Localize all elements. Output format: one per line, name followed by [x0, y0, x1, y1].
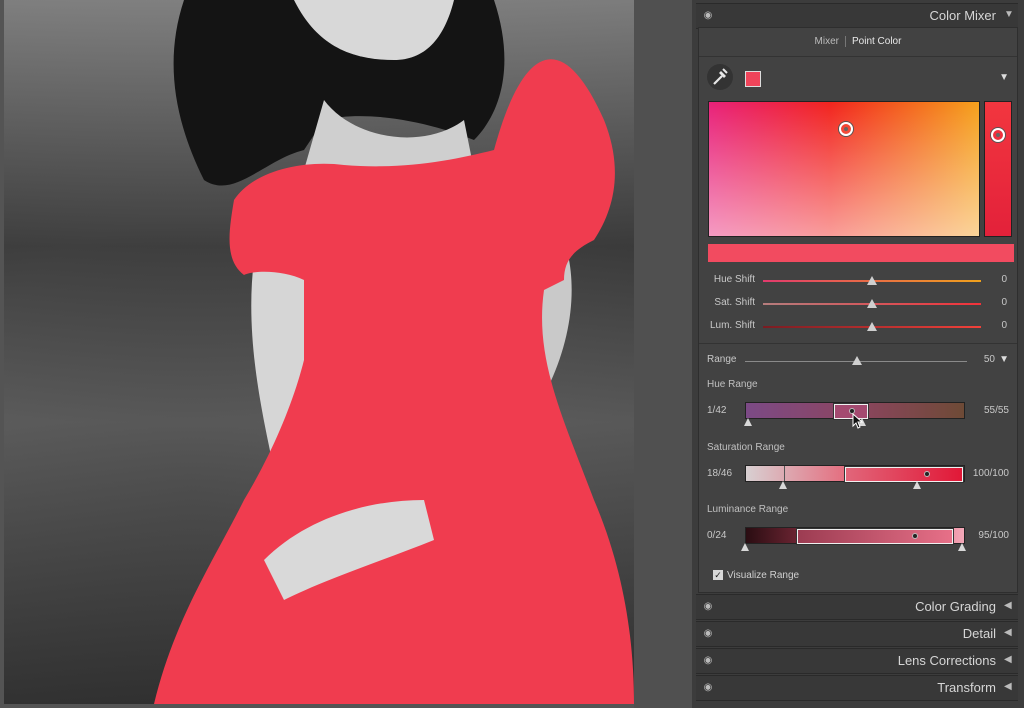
- section-title: Transform: [937, 680, 996, 695]
- expand-icon[interactable]: ◀: [1004, 682, 1012, 692]
- luminance-range-control[interactable]: 0/24 95/100: [699, 524, 1017, 554]
- luminance-range-left-handle[interactable]: [741, 543, 749, 551]
- color-mixer-body: Mixer Point Color ▼ Hue Shift 0 Sat. Shi…: [698, 27, 1018, 593]
- tab-point-color[interactable]: Point Color: [846, 36, 907, 47]
- lum-shift-value[interactable]: 0: [1001, 320, 1007, 331]
- saturation-range-bar[interactable]: [745, 465, 965, 482]
- hue-range-right-value: 55/55: [983, 405, 1009, 416]
- section-title: Lens Corrections: [897, 653, 996, 668]
- luminance-range-bar[interactable]: [745, 527, 965, 544]
- detail-header[interactable]: ◉ Detail ◀: [696, 621, 1018, 647]
- lum-shift-slider[interactable]: Lum. Shift 0: [699, 319, 1017, 335]
- visualize-range-toggle[interactable]: ✓ Visualize Range: [713, 570, 799, 581]
- sat-shift-slider[interactable]: Sat. Shift 0: [699, 296, 1017, 312]
- luminance-range-right-value: 95/100: [978, 530, 1009, 541]
- lum-shift-label: Lum. Shift: [709, 320, 755, 331]
- saturation-range-right-value: 100/100: [972, 468, 1009, 479]
- section-title: Detail: [962, 626, 996, 641]
- luminance-range-right-handle[interactable]: [958, 543, 966, 551]
- color-preview-bar: [708, 244, 1014, 262]
- eye-icon[interactable]: ◉: [702, 655, 714, 667]
- range-value[interactable]: 50: [984, 354, 995, 365]
- saturation-range-left-handle[interactable]: [779, 481, 787, 489]
- picker-point[interactable]: [839, 122, 853, 136]
- hue-range-left-value: 1/42: [707, 405, 727, 416]
- hue-range-left-handle[interactable]: [744, 418, 752, 426]
- sampled-color-swatch[interactable]: [745, 71, 761, 87]
- color-mixer-header[interactable]: ◉ Color Mixer ▼: [696, 3, 1018, 29]
- luminance-range-left-value: 0/24: [707, 530, 727, 541]
- hue-saturation-field[interactable]: [708, 101, 980, 237]
- collapse-icon[interactable]: ▼: [1004, 10, 1014, 20]
- visualize-range-label: Visualize Range: [727, 570, 800, 581]
- swatch-menu-icon[interactable]: ▼: [999, 72, 1009, 83]
- hue-shift-label: Hue Shift: [713, 274, 755, 285]
- luminance-range-label: Luminance Range: [707, 504, 789, 515]
- color-grading-header[interactable]: ◉ Color Grading ◀: [696, 594, 1018, 620]
- luminance-point[interactable]: [991, 128, 1005, 142]
- tab-mixer[interactable]: Mixer: [809, 36, 845, 47]
- develop-right-panel: ◉ Color Mixer ▼ Mixer Point Color ▼ Hue …: [692, 0, 1024, 708]
- photo-preview[interactable]: [4, 0, 634, 704]
- transform-header[interactable]: ◉ Transform ◀: [696, 675, 1018, 701]
- sat-shift-label: Sat. Shift: [714, 297, 755, 308]
- photo-canvas-area: [0, 0, 692, 708]
- eye-icon[interactable]: ◉: [702, 10, 714, 22]
- eye-icon[interactable]: ◉: [702, 628, 714, 640]
- eye-icon[interactable]: ◉: [702, 682, 714, 694]
- eyedropper-icon[interactable]: [707, 64, 733, 90]
- expand-icon[interactable]: ◀: [1004, 601, 1012, 611]
- panel-divider: [634, 0, 692, 708]
- sat-shift-value[interactable]: 0: [1001, 297, 1007, 308]
- sat-shift-thumb[interactable]: [867, 299, 877, 308]
- expand-icon[interactable]: ◀: [1004, 655, 1012, 665]
- hue-shift-thumb[interactable]: [867, 276, 877, 285]
- hue-shift-value[interactable]: 0: [1001, 274, 1007, 285]
- section-title: Color Mixer: [929, 8, 996, 23]
- hue-shift-slider[interactable]: Hue Shift 0: [699, 273, 1017, 289]
- saturation-range-control[interactable]: 18/46 100/100: [699, 462, 1017, 492]
- eye-icon[interactable]: ◉: [702, 601, 714, 613]
- saturation-range-left-value: 18/46: [707, 468, 733, 479]
- mixer-tabs: Mixer Point Color: [699, 36, 1017, 47]
- saturation-range-selection[interactable]: [845, 467, 963, 482]
- check-icon[interactable]: ✓: [713, 570, 723, 581]
- luminance-bar[interactable]: [984, 101, 1012, 237]
- hue-range-label: Hue Range: [707, 379, 758, 390]
- luminance-range-selection[interactable]: [797, 529, 953, 544]
- lens-corrections-header[interactable]: ◉ Lens Corrections ◀: [696, 648, 1018, 674]
- saturation-range-label: Saturation Range: [707, 442, 785, 453]
- mouse-cursor-icon: [852, 412, 864, 434]
- section-title: Color Grading: [915, 599, 996, 614]
- range-expand-icon[interactable]: ▼: [999, 354, 1009, 365]
- lum-shift-thumb[interactable]: [867, 322, 877, 331]
- expand-icon[interactable]: ◀: [1004, 628, 1012, 638]
- range-label: Range: [707, 354, 737, 365]
- range-slider[interactable]: Range 50 ▼: [699, 353, 1017, 369]
- range-thumb[interactable]: [852, 356, 862, 365]
- saturation-range-right-handle[interactable]: [913, 481, 921, 489]
